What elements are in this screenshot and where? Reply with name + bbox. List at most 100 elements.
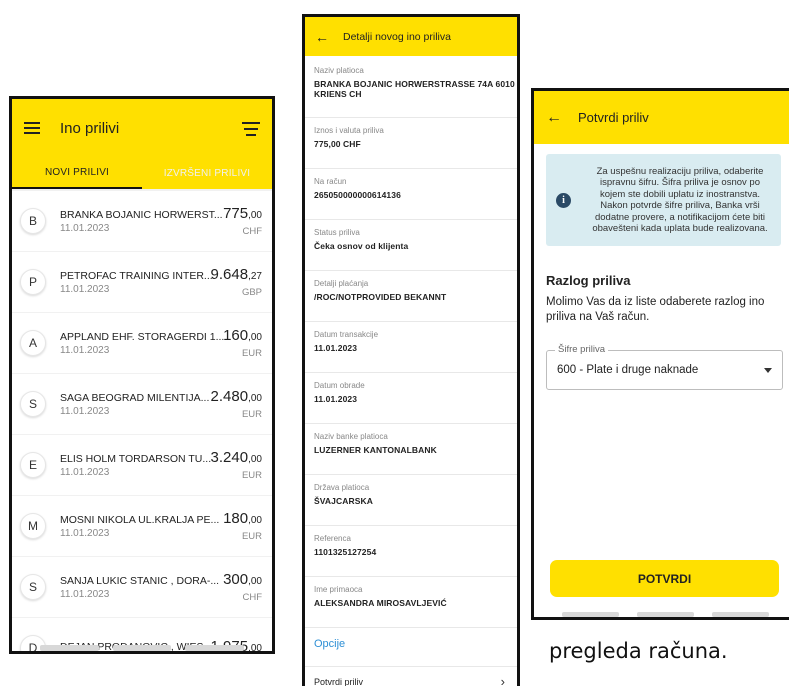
currency-code: CHF: [242, 226, 262, 237]
amount-value: 9.648,27: [211, 266, 262, 283]
chevron-right-icon: ›: [500, 674, 505, 686]
confirm-payment-link[interactable]: Potvrdi priliv ›: [305, 666, 517, 686]
payment-amount: 9.648,27 GBP: [211, 266, 262, 298]
app-bar: ← Detalji novog ino priliva: [305, 17, 517, 56]
back-arrow-icon[interactable]: ←: [315, 29, 329, 45]
detail-field: Datum transakcije 11.01.2023: [305, 322, 517, 373]
field-value: /ROC/NOTPROVIDED BEKANNT: [314, 292, 447, 302]
confirm-button[interactable]: POTVRDI: [550, 560, 779, 597]
payment-date: 11.01.2023: [60, 466, 110, 478]
payment-info: APPLAND EHF. STORAGERDI 1... 11.01.2023: [60, 331, 224, 356]
amount-value: 2.480,00: [211, 388, 262, 405]
field-value: 1101325127254: [314, 547, 377, 557]
info-box: i Za uspešnu realizaciju priliva, odaber…: [546, 154, 781, 247]
field-label: Datum transakcije: [314, 330, 379, 339]
payment-amount: 3.240,00 EUR: [211, 449, 262, 481]
hamburger-menu-icon[interactable]: [24, 122, 40, 134]
payment-amount: 180,00 EUR: [223, 510, 262, 542]
payment-date: 11.01.2023: [60, 344, 110, 356]
payment-info: MOSNI NIKOLA UL.KRALJA PE... 11.01.2023: [60, 514, 219, 539]
payment-info: BRANKA BOJANIC HORWERST... 11.01.2023: [60, 209, 223, 234]
amount-decimal: ,00: [248, 515, 262, 526]
amount-decimal: ,00: [248, 454, 262, 465]
select-value: 600 - Plate i druge naknade: [557, 364, 699, 377]
tab-completed-payments[interactable]: IZVRŠENI PRILIVI: [142, 157, 272, 189]
tab-new-payments[interactable]: NOVI PRILIVI: [12, 157, 142, 189]
avatar: S: [20, 574, 46, 600]
page-title: Potvrdi priliv: [578, 110, 649, 125]
payment-list-item[interactable]: B BRANKA BOJANIC HORWERST... 11.01.2023 775…: [12, 191, 272, 251]
payment-list-item[interactable]: S SANJA LUKIC STANIC , DORA-... 11.01.2023…: [12, 557, 272, 617]
amount-integer: 775: [223, 205, 249, 222]
filter-icon[interactable]: [242, 122, 260, 136]
payer-name: SANJA LUKIC STANIC , DORA-...: [60, 574, 220, 587]
payer-name: PETROFAC TRAINING INTER...: [60, 269, 213, 282]
options-heading: Opcije: [314, 638, 346, 650]
payer-name: SAGA BEOGRAD MILENTIJA...: [60, 391, 210, 404]
payment-amount: 300,00 CHF: [223, 571, 262, 603]
tabs: NOVI PRILIVI IZVRŠENI PRILIVI: [12, 157, 272, 189]
payment-amount: 160,00 EUR: [223, 327, 262, 359]
currency-code: EUR: [241, 470, 262, 481]
payment-date: 11.01.2023: [60, 588, 110, 600]
payment-info: PETROFAC TRAINING INTER... 11.01.2023: [60, 269, 213, 295]
back-arrow-icon[interactable]: ←: [546, 109, 562, 127]
section-title: Razlog priliva: [546, 273, 631, 289]
details-list: Naziv platioca BRANKA BOJANIC HORWERSTRAS…: [305, 56, 517, 628]
avatar: B: [20, 208, 46, 234]
field-label: Naziv platioca: [314, 66, 364, 75]
field-value: ALEKSANDRA MIROSAVLJEVIĆ: [314, 598, 447, 608]
amount-integer: 3.240: [210, 449, 249, 466]
field-value: Čeka osnov od klijenta: [314, 241, 409, 251]
section-description: Molimo Vas da iz liste odaberete razlog …: [546, 296, 765, 323]
bottom-nav-bar: [562, 612, 769, 617]
amount-decimal: ,27: [248, 271, 262, 282]
amount-decimal: ,00: [248, 332, 262, 343]
payment-date: 11.01.2023: [60, 527, 110, 539]
payment-list-item[interactable]: S SAGA BEOGRAD MILENTIJA... 11.01.2023 2.48…: [12, 374, 272, 434]
amount-integer: 9.648: [210, 266, 249, 283]
amount-decimal: ,00: [248, 642, 262, 654]
payment-code-select[interactable]: Šifre priliva 600 - Plate i druge naknad…: [546, 344, 783, 391]
amount-integer: 160: [223, 327, 249, 344]
payment-list-item[interactable]: P PETROFAC TRAINING INTER... 11.01.2023 9.6…: [12, 252, 272, 312]
amount-value: 180,00: [223, 510, 262, 527]
caption-text: pregleda računa.: [549, 639, 728, 663]
currency-code: EUR: [241, 409, 262, 420]
dropdown-caret-icon: [764, 367, 772, 373]
avatar: E: [20, 452, 46, 478]
field-label: Iznos i valuta priliva: [314, 126, 384, 135]
detail-field: Ime primaoca ALEKSANDRA MIROSAVLJEVIĆ: [305, 577, 517, 628]
field-value: ŠVAJCARSKA: [314, 496, 373, 506]
field-label: Država platioca: [314, 483, 370, 492]
payment-date: 11.01.2023: [60, 405, 110, 417]
payment-date: 11.01.2023: [60, 222, 110, 234]
avatar: M: [20, 513, 46, 539]
payment-list-item[interactable]: A APPLAND EHF. STORAGERDI 1... 11.01.2023 1…: [12, 313, 272, 373]
payment-date: 11.01.2023: [60, 283, 110, 295]
payments-list: B BRANKA BOJANIC HORWERST... 11.01.2023 775…: [12, 189, 272, 654]
amount-value: 300,00: [223, 571, 262, 588]
field-value: BRANKA BOJANIC HORWERSTRASSE 74A 6010 KR…: [314, 79, 515, 100]
avatar: A: [20, 330, 46, 356]
app-bar: ← Potvrdi priliv: [534, 91, 789, 144]
currency-code: CHF: [242, 592, 262, 603]
confirm-payment-screen: ← Potvrdi priliv i Za uspešnu realizacij…: [531, 88, 789, 620]
amount-integer: 180: [223, 510, 249, 527]
field-label: Datum obrade: [314, 381, 365, 390]
amount-value: 775,00: [223, 205, 262, 222]
detail-field: Naziv platioca BRANKA BOJANIC HORWERSTRAS…: [305, 56, 517, 118]
select-label: Šifre priliva: [555, 344, 608, 356]
info-text: Za uspešnu realizaciju priliva, odaberit…: [592, 166, 768, 234]
detail-field: Država platioca ŠVAJCARSKA: [305, 475, 517, 526]
payment-list-item[interactable]: M MOSNI NIKOLA UL.KRALJA PE... 11.01.2023 1…: [12, 496, 272, 556]
payment-info: SANJA LUKIC STANIC , DORA-... 11.01.2023: [60, 574, 220, 600]
detail-field: Iznos i valuta priliva 775,00 CHF: [305, 118, 517, 169]
amount-decimal: ,00: [248, 576, 262, 587]
page-title: Detalji novog ino priliva: [343, 30, 451, 43]
payment-info: ELIS HOLM TORDARSON TU... 11.01.2023: [60, 453, 211, 478]
field-label: Status priliva: [314, 228, 360, 237]
amount-decimal: ,00: [248, 393, 262, 404]
payment-amount: 2.480,00 EUR: [211, 388, 262, 420]
payment-list-item[interactable]: E ELIS HOLM TORDARSON TU... 11.01.2023 3.24…: [12, 435, 272, 495]
